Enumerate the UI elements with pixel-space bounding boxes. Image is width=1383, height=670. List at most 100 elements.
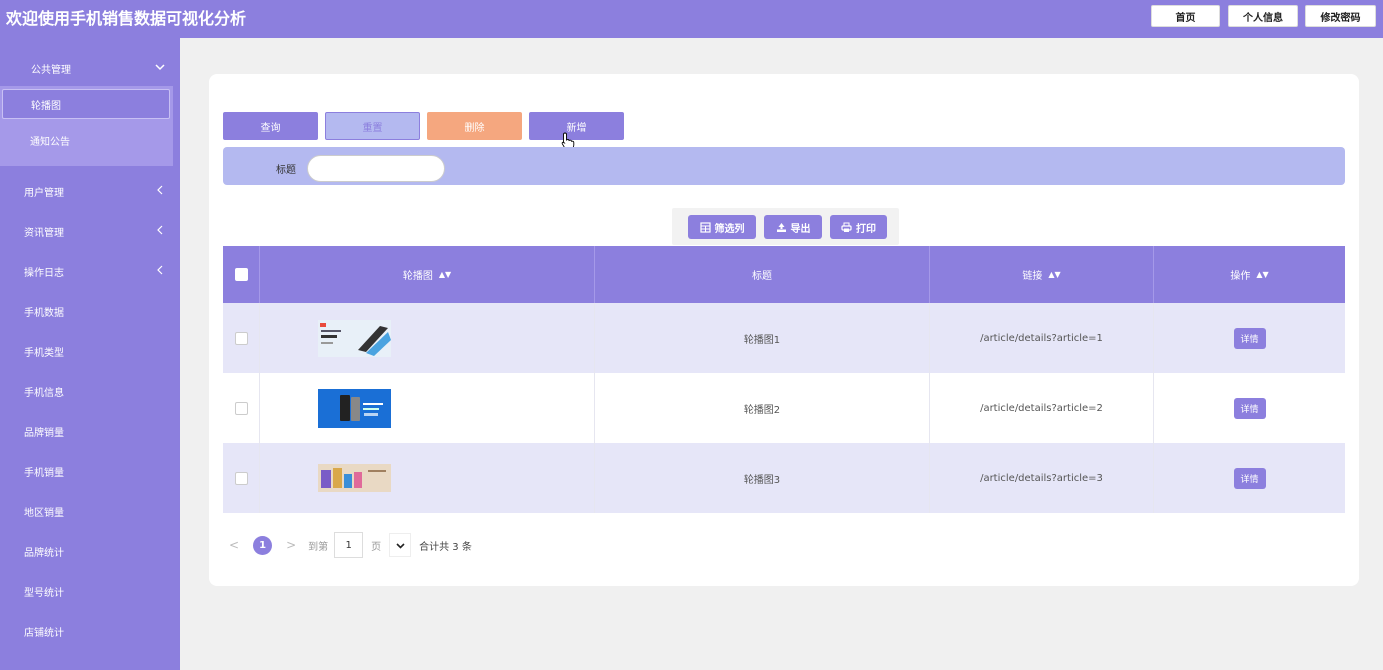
- sidebar-item-label: 轮播图: [31, 100, 61, 112]
- sidebar-item-model-stats[interactable]: 型号统计: [0, 571, 180, 611]
- printer-icon: [841, 222, 852, 232]
- row-link: /article/details?article=3: [930, 443, 1154, 513]
- row-title: 轮播图1: [595, 303, 930, 373]
- sidebar-item-label: 型号统计: [24, 587, 64, 599]
- print-label: 打印: [856, 223, 876, 235]
- top-bar: 欢迎使用手机销售数据可视化分析 首页 个人信息 修改密码: [0, 0, 1383, 38]
- header-label: 标题: [752, 271, 772, 282]
- pagination: < 1 > 到第 1 页 合计共 3 条: [229, 532, 472, 558]
- filter-columns-button[interactable]: 筛选列: [688, 215, 756, 239]
- sidebar-item-phone-info[interactable]: 手机信息: [0, 371, 180, 411]
- table-row: 轮播图2 /article/details?article=2 详情: [223, 373, 1345, 443]
- table-row: 轮播图3 /article/details?article=3 详情: [223, 443, 1345, 513]
- sidebar-item-label: 手机销量: [24, 467, 64, 479]
- header-link[interactable]: 链接 ▲▼: [930, 246, 1154, 303]
- row-link: /article/details?article=1: [930, 303, 1154, 373]
- sidebar-item-region-sales[interactable]: 地区销量: [0, 491, 180, 531]
- select-all-cell: [223, 246, 260, 303]
- chevron-left-icon: [157, 225, 163, 235]
- carousel-thumbnail-1[interactable]: [318, 319, 391, 357]
- sidebar-item-news[interactable]: 资讯管理: [0, 211, 180, 251]
- sidebar-item-store-stats[interactable]: 店铺统计: [0, 611, 180, 651]
- sidebar-item-notice[interactable]: 通知公告: [2, 125, 170, 155]
- sidebar-item-label: 通知公告: [30, 136, 70, 148]
- sidebar-item-phone-sales[interactable]: 手机销量: [0, 451, 180, 491]
- sidebar-item-phone-type[interactable]: 手机类型: [0, 331, 180, 371]
- sidebar-item-label: 品牌统计: [24, 547, 64, 559]
- search-title-label: 标题: [276, 165, 296, 176]
- page-size-select[interactable]: [389, 533, 412, 557]
- carousel-thumbnail-2[interactable]: [318, 388, 391, 428]
- table-row: 轮播图1 /article/details?article=1 详情: [223, 303, 1345, 373]
- carousel-image-cell: [260, 373, 595, 443]
- carousel-image-cell: [260, 303, 595, 373]
- sidebar-item-brand-sales[interactable]: 品牌销量: [0, 411, 180, 451]
- prev-page-icon[interactable]: <: [229, 538, 239, 552]
- page-goto-input[interactable]: 1: [334, 532, 364, 558]
- detail-button[interactable]: 详情: [1233, 397, 1266, 419]
- profile-button[interactable]: 个人信息: [1228, 5, 1298, 27]
- row-checkbox[interactable]: [234, 331, 248, 345]
- sidebar-item-label: 店铺统计: [24, 627, 64, 639]
- chevron-left-icon: [157, 185, 163, 195]
- sidebar-item-label: 地区销量: [24, 507, 64, 519]
- row-select-cell: [223, 303, 260, 373]
- page-number-current[interactable]: 1: [253, 535, 273, 555]
- sort-icon: ▲▼: [438, 270, 452, 279]
- sidebar-item-label: 品牌销量: [24, 427, 64, 439]
- select-all-checkbox[interactable]: [234, 268, 248, 281]
- home-button[interactable]: 首页: [1151, 5, 1220, 27]
- detail-button[interactable]: 详情: [1233, 467, 1266, 489]
- sidebar-item-brand-stats[interactable]: 品牌统计: [0, 531, 180, 571]
- row-link: /article/details?article=2: [930, 373, 1154, 443]
- sidebar: 公共管理 轮播图 通知公告 用户管理 资讯管理 操作日志 手机数据 手机类型 手…: [0, 38, 180, 670]
- sidebar-item-label: 用户管理: [24, 187, 64, 199]
- sidebar-item-phone-data[interactable]: 手机数据: [0, 291, 180, 331]
- header-title: 标题: [595, 246, 930, 303]
- total-count: 合计共 3 条: [419, 541, 472, 553]
- print-button[interactable]: 打印: [830, 215, 887, 239]
- chevron-down-icon: [396, 542, 405, 549]
- header-label: 轮播图: [402, 271, 433, 282]
- header-label: 操作: [1230, 271, 1251, 282]
- filter-columns-label: 筛选列: [714, 223, 745, 235]
- carousel-thumbnail-3[interactable]: [318, 464, 391, 492]
- sidebar-item-label: 手机数据: [24, 307, 64, 319]
- app-title: 欢迎使用手机销售数据可视化分析: [6, 9, 247, 28]
- chevron-down-icon: [155, 64, 165, 71]
- row-checkbox[interactable]: [234, 471, 248, 485]
- delete-button[interactable]: 删除: [427, 112, 522, 140]
- header-action[interactable]: 操作 ▲▼: [1154, 246, 1345, 303]
- sidebar-item-label: 手机类型: [24, 347, 64, 359]
- sidebar-item-users[interactable]: 用户管理: [0, 171, 180, 211]
- sidebar-group-public[interactable]: 公共管理: [0, 48, 180, 88]
- row-select-cell: [223, 373, 260, 443]
- sidebar-item-logs[interactable]: 操作日志: [0, 251, 180, 291]
- header-carousel-image[interactable]: 轮播图 ▲▼: [260, 246, 595, 303]
- search-title-input[interactable]: [307, 155, 445, 182]
- row-title: 轮播图3: [595, 443, 930, 513]
- sidebar-item-label: 手机信息: [24, 387, 64, 399]
- row-title: 轮播图2: [595, 373, 930, 443]
- row-checkbox[interactable]: [234, 401, 248, 415]
- query-button[interactable]: 查询: [223, 112, 318, 140]
- goto-label: 到第: [308, 541, 329, 553]
- table-header: 轮播图 ▲▼ 标题 链接 ▲▼ 操作 ▲▼: [223, 246, 1345, 303]
- sort-icon: ▲▼: [1048, 270, 1061, 279]
- sidebar-item-label: 操作日志: [24, 267, 64, 279]
- sidebar-group-label: 公共管理: [31, 64, 71, 76]
- export-label: 导出: [790, 223, 811, 235]
- row-action-cell: 详情: [1154, 443, 1345, 513]
- export-button[interactable]: 导出: [764, 215, 822, 239]
- reset-button[interactable]: 重置: [325, 112, 420, 140]
- page-unit-label: 页: [371, 541, 382, 553]
- row-action-cell: 详情: [1154, 303, 1345, 373]
- sidebar-item-carousel[interactable]: 轮播图: [2, 89, 170, 119]
- detail-button[interactable]: 详情: [1233, 327, 1266, 349]
- next-page-icon[interactable]: >: [286, 538, 296, 552]
- header-label: 链接: [1022, 271, 1043, 282]
- change-password-button[interactable]: 修改密码: [1305, 5, 1376, 27]
- add-button[interactable]: 新增: [529, 112, 624, 140]
- row-action-cell: 详情: [1154, 373, 1345, 443]
- carousel-image-cell: [260, 443, 595, 513]
